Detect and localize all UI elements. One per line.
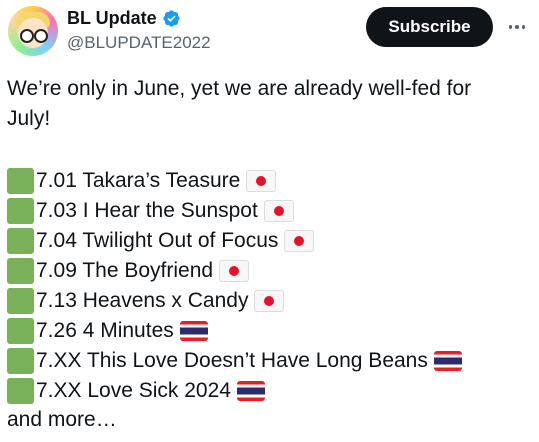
- avatar[interactable]: [8, 6, 58, 56]
- list-item-text: 7.XX This Love Doesn’t Have Long Beans: [36, 349, 428, 372]
- list-item: 7.26 4 Minutes: [7, 316, 537, 346]
- list-item: 7.03 I Hear the Sunspot: [7, 196, 537, 226]
- japan-flag-icon: [246, 170, 277, 192]
- post-outro-text: and more…: [7, 408, 117, 431]
- green-square-icon: [7, 198, 34, 224]
- avatar-glasses-right: [34, 29, 48, 43]
- author-handle[interactable]: @BLUPDATE2022: [67, 33, 211, 53]
- more-dot: [515, 25, 519, 29]
- list-item-text: 7.03 I Hear the Sunspot: [36, 199, 258, 222]
- list-item-text: 7.26 4 Minutes: [36, 319, 174, 342]
- author-display-name[interactable]: BL Update: [67, 8, 157, 29]
- list-item: 7.XX Love Sick 2024: [7, 376, 537, 406]
- subscribe-button[interactable]: Subscribe: [366, 7, 493, 47]
- green-square-icon: [7, 288, 34, 314]
- list-item-text: 7.01 Takara’s Teasure: [36, 169, 241, 192]
- japan-flag-icon: [263, 200, 294, 222]
- japan-flag-icon: [254, 290, 285, 312]
- list-item: 7.XX This Love Doesn’t Have Long Beans: [7, 346, 537, 376]
- list-item-text: 7.XX Love Sick 2024: [36, 379, 231, 402]
- post-intro-text: We’re only in June, yet we are already w…: [7, 77, 472, 130]
- list-item: 7.04 Twilight Out of Focus: [7, 226, 537, 256]
- thailand-flag-icon: [179, 321, 208, 341]
- list-item: 7.01 Takara’s Teasure: [7, 166, 537, 196]
- green-square-icon: [7, 318, 34, 344]
- list-item-text: 7.09 The Boyfriend: [36, 259, 214, 282]
- green-square-icon: [7, 228, 34, 254]
- release-list: 7.01 Takara’s Teasure 7.03 I Hear the Su…: [7, 166, 537, 406]
- more-horizontal-icon[interactable]: [502, 12, 532, 42]
- verified-badge-icon: [163, 10, 180, 27]
- green-square-icon: [7, 258, 34, 284]
- green-square-icon: [7, 168, 34, 194]
- list-item-text: 7.13 Heavens x Candy: [36, 289, 249, 312]
- author-name-row: BL Update: [67, 8, 181, 29]
- thailand-flag-icon: [236, 381, 265, 401]
- japan-flag-icon: [284, 230, 315, 252]
- avatar-glasses-left: [20, 29, 34, 43]
- more-dot: [521, 25, 526, 29]
- thailand-flag-icon: [433, 351, 462, 371]
- more-dot: [508, 25, 513, 29]
- green-square-icon: [7, 378, 34, 404]
- list-item: 7.13 Heavens x Candy: [7, 286, 537, 316]
- list-item-text: 7.04 Twilight Out of Focus: [36, 229, 279, 252]
- green-square-icon: [7, 348, 34, 374]
- list-item: 7.09 The Boyfriend: [7, 256, 537, 286]
- japan-flag-icon: [219, 260, 250, 282]
